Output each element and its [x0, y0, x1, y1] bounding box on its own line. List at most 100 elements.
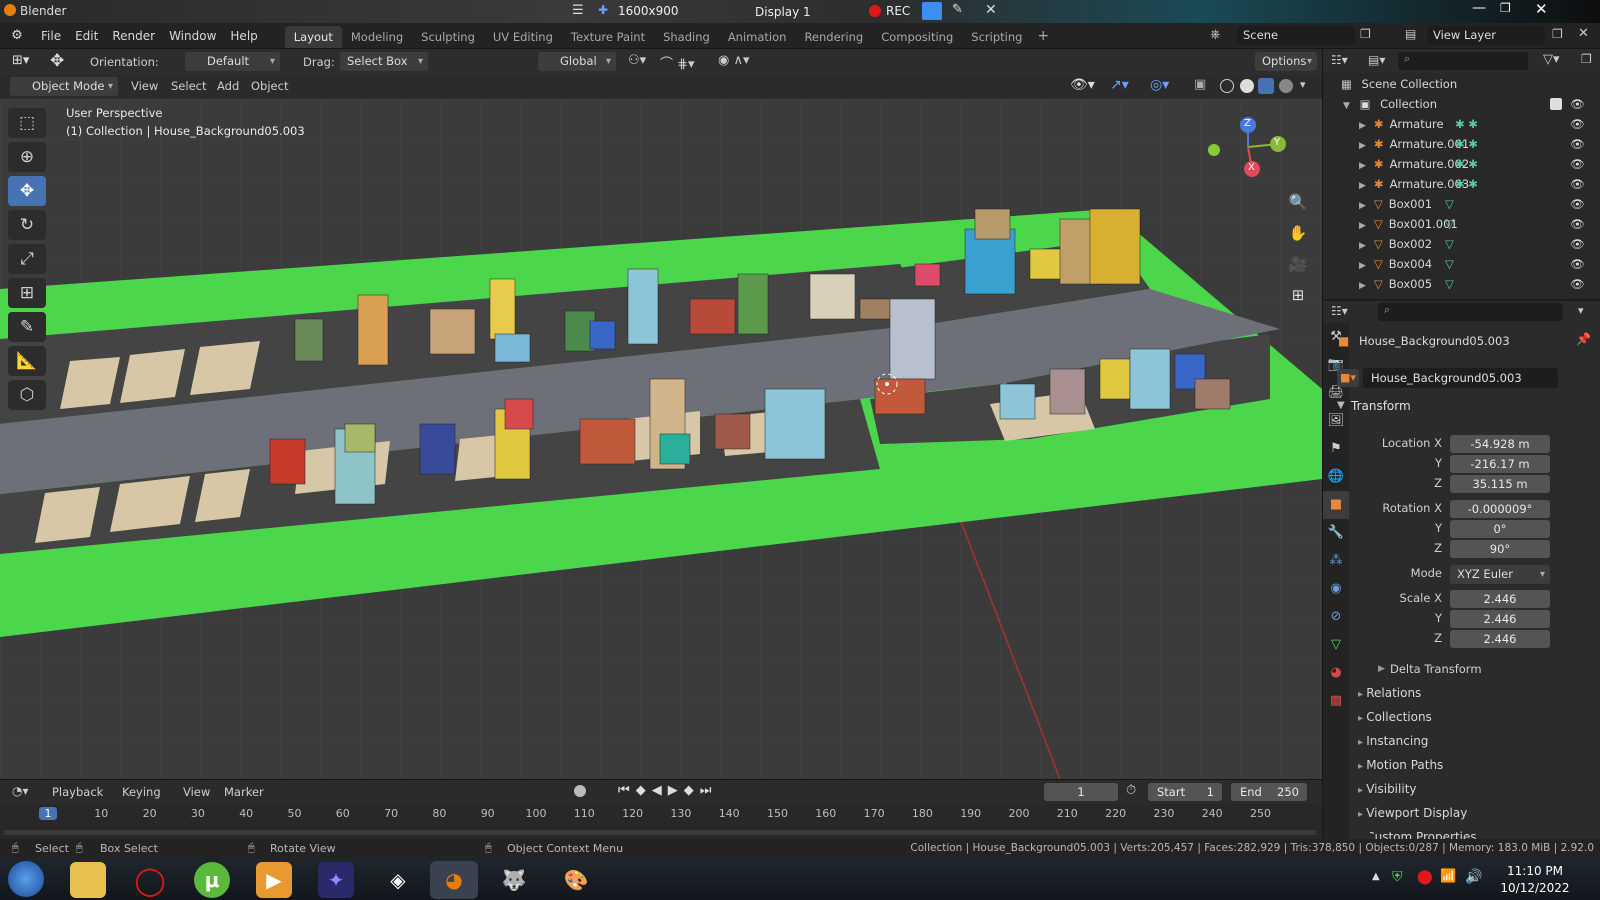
- outliner-item[interactable]: ▶ ▽ Box002 ▽ 👁: [1323, 234, 1600, 254]
- panel-instancing[interactable]: Instancing: [1366, 734, 1428, 748]
- eye-icon[interactable]: 👁: [1570, 214, 1585, 234]
- clock-icon[interactable]: ⏱: [1126, 783, 1136, 798]
- transform-orientation-dropdown[interactable]: Global: [538, 52, 616, 71]
- expand-icon[interactable]: ▼: [1343, 101, 1350, 111]
- scene-tab-icon[interactable]: ⚑: [1323, 435, 1349, 463]
- view-layer-icon[interactable]: ▤: [1405, 27, 1416, 41]
- utorrent-icon[interactable]: μ: [194, 862, 230, 898]
- tab-animation[interactable]: Animation: [719, 26, 796, 48]
- tab-rendering[interactable]: Rendering: [795, 26, 872, 48]
- location-z-field[interactable]: 35.115 m: [1450, 475, 1550, 493]
- properties-editor-icon[interactable]: ☷▾: [1331, 304, 1348, 318]
- tray-shield-icon[interactable]: ⛨: [1392, 869, 1403, 885]
- material-shading-icon[interactable]: [1258, 78, 1274, 94]
- unity-icon[interactable]: ◈: [380, 862, 416, 898]
- panel-collections[interactable]: Collections: [1366, 710, 1432, 724]
- outliner-editor-icon[interactable]: ☷▾: [1331, 53, 1348, 67]
- panel-visibility[interactable]: Visibility: [1366, 782, 1416, 796]
- properties-search-field[interactable]: ⌕: [1378, 303, 1563, 321]
- outliner-item[interactable]: ▶ ✱ Armature.003 ✱ ✱ 👁: [1323, 174, 1600, 194]
- current-frame-field[interactable]: 1: [1044, 783, 1118, 801]
- rotate-icon[interactable]: ↻: [8, 210, 46, 240]
- transform-expand-icon[interactable]: ▼: [1337, 400, 1345, 411]
- expand-icon[interactable]: ▶: [1359, 141, 1366, 151]
- menu-render[interactable]: Render: [105, 23, 162, 49]
- rotation-z-field[interactable]: 90°: [1450, 540, 1550, 558]
- header-view[interactable]: View: [131, 79, 158, 93]
- scene-icon[interactable]: ⎈: [1210, 27, 1220, 42]
- timeline-scrollbar[interactable]: [4, 830, 1316, 835]
- outliner-search-field[interactable]: ⌕: [1398, 52, 1528, 70]
- add-workspace-icon[interactable]: +: [1031, 28, 1055, 44]
- outliner-item[interactable]: ▶ ▽ Box001 ▽ 👁: [1323, 194, 1600, 214]
- collection-row[interactable]: ▼ ▣ Collection 👁: [1323, 94, 1600, 114]
- object-name-field[interactable]: House_Background05.003: [1363, 368, 1558, 388]
- options-dropdown[interactable]: Options: [1255, 52, 1317, 71]
- pose-icon[interactable]: ✱ ✱: [1455, 114, 1478, 134]
- close-recorder-icon[interactable]: ✕: [985, 2, 997, 18]
- delta-expand-icon[interactable]: ▶: [1378, 664, 1385, 674]
- outliner-item[interactable]: ▶ ✱ Armature ✱ ✱ 👁: [1323, 114, 1600, 134]
- expand-icon[interactable]: ▶: [1359, 181, 1366, 191]
- particles-tab-icon[interactable]: ⁂: [1323, 547, 1349, 575]
- expand-icon[interactable]: ▶: [1359, 221, 1366, 231]
- expand-icon[interactable]: ▶: [1359, 261, 1366, 271]
- marker-menu[interactable]: Marker: [224, 785, 264, 799]
- view-layer-tab-icon[interactable]: 🖼: [1323, 407, 1349, 435]
- eye-icon[interactable]: 👁: [1570, 114, 1585, 134]
- measure-icon[interactable]: 📐: [8, 346, 46, 376]
- outliner-item[interactable]: ▶ ▽ Box005 ▽ 👁: [1323, 274, 1600, 294]
- record-keyframe-icon[interactable]: [574, 785, 586, 797]
- panel-custom-properties[interactable]: Custom Properties: [1370, 830, 1477, 839]
- header-select[interactable]: Select: [171, 79, 206, 93]
- header-add[interactable]: Add: [217, 79, 239, 93]
- physics-tab-icon[interactable]: ◉: [1323, 575, 1349, 603]
- pose-icon[interactable]: ✱ ✱: [1455, 174, 1478, 194]
- expand-icon[interactable]: ▶: [1359, 161, 1366, 171]
- network-icon[interactable]: 📶: [1440, 869, 1456, 884]
- scale-z-field[interactable]: 2.446: [1450, 630, 1550, 648]
- pin-object-icon[interactable]: 📌: [1576, 332, 1591, 346]
- properties-options-icon[interactable]: ▾: [1578, 304, 1584, 317]
- tab-sculpting[interactable]: Sculpting: [412, 26, 484, 48]
- eye-icon[interactable]: 👁: [1570, 174, 1585, 194]
- wireframe-shading-icon[interactable]: [1220, 79, 1234, 93]
- close-window-icon[interactable]: ✕: [1535, 0, 1548, 18]
- new-view-layer-icon[interactable]: ❐: [1552, 27, 1563, 41]
- texture-tab-icon[interactable]: ▩: [1323, 687, 1349, 715]
- outliner-item[interactable]: ▶ ✱ Armature.002 ✱ ✱ 👁: [1323, 154, 1600, 174]
- eye-icon[interactable]: 👁: [1570, 154, 1585, 174]
- playback-controls[interactable]: ⏮◆◀▶◆⏭: [618, 783, 717, 798]
- scene-collection-row[interactable]: ▦ Scene Collection: [1323, 74, 1600, 94]
- expand-icon[interactable]: ▶: [1359, 241, 1366, 251]
- drag-dropdown[interactable]: Select Box: [340, 52, 428, 71]
- frame-ruler[interactable]: 1 10 20 30 40 50 60 70 80 90 100 110 120 130 140 150 160…: [0, 804, 1322, 826]
- panel-motion-paths[interactable]: Motion Paths: [1366, 758, 1443, 772]
- expand-icon[interactable]: ▶: [1359, 201, 1366, 211]
- move-icon[interactable]: ✥: [8, 176, 46, 206]
- end-frame-field[interactable]: End 250: [1231, 783, 1307, 801]
- shading-options-icon[interactable]: ▾: [1300, 78, 1306, 91]
- snap-icon[interactable]: ⌒ ⋕▾: [660, 53, 695, 72]
- menu-help[interactable]: Help: [223, 23, 264, 49]
- game-icon[interactable]: ✦: [318, 862, 354, 898]
- eye-icon[interactable]: 👁: [1570, 274, 1585, 294]
- header-object[interactable]: Object: [251, 79, 288, 93]
- data-tab-icon[interactable]: ▽: [1323, 631, 1349, 659]
- file-explorer-icon[interactable]: [70, 862, 106, 898]
- mesh-data-icon[interactable]: ▽: [1445, 254, 1454, 274]
- menu-window[interactable]: Window: [162, 23, 223, 49]
- location-x-field[interactable]: -54.928 m: [1450, 435, 1550, 453]
- pose-icon[interactable]: ✱ ✱: [1455, 154, 1478, 174]
- overlay-icon[interactable]: ◎▾: [1150, 77, 1169, 93]
- mesh-data-icon[interactable]: ▽: [1445, 214, 1454, 234]
- cursor-icon[interactable]: ⊕: [8, 142, 46, 172]
- clock-date[interactable]: 10/12/2022: [1500, 881, 1570, 895]
- filter-icon[interactable]: ▽▾: [1543, 52, 1560, 67]
- view-layer-field[interactable]: View Layer: [1427, 26, 1545, 45]
- minimize-icon[interactable]: —: [1472, 0, 1486, 16]
- paint-icon[interactable]: 🎨: [558, 862, 594, 898]
- tab-shading[interactable]: Shading: [654, 26, 719, 48]
- panel-relations[interactable]: Relations: [1366, 686, 1421, 700]
- new-scene-icon[interactable]: ❐: [1360, 27, 1371, 41]
